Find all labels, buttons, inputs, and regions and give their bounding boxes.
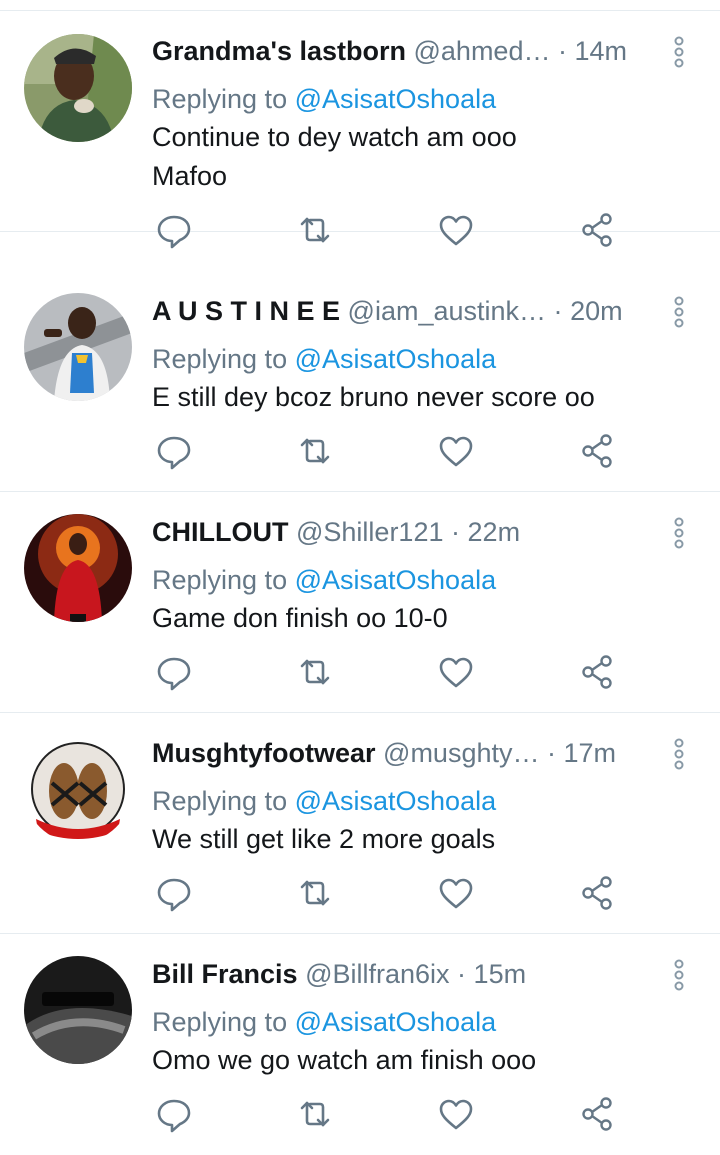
- tweet-text: E still dey bcoz bruno never score oo: [152, 382, 595, 412]
- avatar[interactable]: [24, 34, 132, 142]
- tweet-actions: [152, 650, 632, 692]
- user-handle[interactable]: @iam_austink…: [348, 296, 546, 326]
- timestamp[interactable]: 22m: [468, 517, 521, 547]
- tweet-text: We still get like 2 more goals: [152, 824, 496, 854]
- reply-icon[interactable]: [152, 650, 196, 694]
- reply-icon[interactable]: [152, 871, 196, 915]
- replying-to: Replying to @AsisatOshoala: [152, 339, 496, 379]
- tweet-actions: [152, 871, 632, 913]
- heart-icon[interactable]: [434, 429, 478, 473]
- heart-icon[interactable]: [434, 1092, 478, 1136]
- separator-dot: ·: [457, 959, 467, 989]
- display-name[interactable]: A U S T I N E E: [152, 296, 340, 326]
- retweet-icon[interactable]: [293, 871, 337, 915]
- heart-icon[interactable]: [434, 871, 478, 915]
- timestamp[interactable]: 20m: [570, 296, 623, 326]
- more-vertical-icon[interactable]: [668, 516, 690, 550]
- timestamp[interactable]: 15m: [474, 959, 527, 989]
- more-vertical-icon[interactable]: [668, 295, 690, 329]
- tweet-text: Omo we go watch am finish ooo: [152, 1045, 537, 1075]
- mention-link[interactable]: @AsisatOshoala: [295, 84, 497, 114]
- reply-icon[interactable]: [152, 208, 196, 252]
- more-vertical-icon[interactable]: [668, 958, 690, 992]
- avatar[interactable]: [24, 956, 132, 1064]
- tweet-header: CHILLOUT @Shiller121 · 22m: [152, 512, 662, 552]
- replying-prefix: Replying to: [152, 565, 288, 595]
- mention-link[interactable]: @AsisatOshoala: [295, 1007, 497, 1037]
- retweet-icon[interactable]: [293, 1092, 337, 1136]
- more-vertical-icon[interactable]: [668, 35, 690, 69]
- replying-to: Replying to @AsisatOshoala: [152, 781, 496, 821]
- separator-dot: ·: [557, 36, 567, 66]
- share-icon[interactable]: [575, 429, 619, 473]
- tweet[interactable]: Musghtyfootwear @musghty… · 17m Replying…: [0, 713, 720, 934]
- replying-prefix: Replying to: [152, 344, 288, 374]
- replying-prefix: Replying to: [152, 84, 288, 114]
- retweet-icon[interactable]: [293, 429, 337, 473]
- tweet-text: Game don finish oo 10-0: [152, 603, 448, 633]
- reply-feed: Grandma's lastborn @ahmed… · 14m Replyin…: [0, 0, 720, 1154]
- share-icon[interactable]: [575, 208, 619, 252]
- timestamp[interactable]: 17m: [564, 738, 617, 768]
- reply-icon[interactable]: [152, 1092, 196, 1136]
- tweet-header: A U S T I N E E @iam_austink… · 20m: [152, 291, 662, 331]
- heart-icon[interactable]: [434, 650, 478, 694]
- more-vertical-icon[interactable]: [668, 737, 690, 771]
- share-icon[interactable]: [575, 650, 619, 694]
- separator-dot: ·: [547, 738, 556, 768]
- display-name[interactable]: CHILLOUT: [152, 517, 288, 547]
- user-handle[interactable]: @Shiller121: [296, 517, 444, 547]
- heart-icon[interactable]: [434, 208, 478, 252]
- tweet-text: Continue to dey watch am ooo Mafoo: [152, 122, 517, 191]
- mention-link[interactable]: @AsisatOshoala: [295, 565, 497, 595]
- avatar[interactable]: [24, 293, 132, 401]
- mention-link[interactable]: @AsisatOshoala: [295, 344, 497, 374]
- replying-prefix: Replying to: [152, 1007, 288, 1037]
- replying-to: Replying to @AsisatOshoala: [152, 560, 496, 600]
- mention-link[interactable]: @AsisatOshoala: [295, 786, 497, 816]
- avatar[interactable]: [24, 735, 132, 843]
- replying-prefix: Replying to: [152, 786, 288, 816]
- display-name[interactable]: Musghtyfootwear: [152, 738, 376, 768]
- tweet-header: Musghtyfootwear @musghty… · 17m: [152, 733, 662, 773]
- tweet[interactable]: Grandma's lastborn @ahmed… · 14m Replyin…: [0, 11, 720, 249]
- reply-icon[interactable]: [152, 429, 196, 473]
- display-name[interactable]: Bill Francis: [152, 959, 298, 989]
- display-name[interactable]: Grandma's lastborn: [152, 36, 406, 66]
- tweet-header: Bill Francis @Billfran6ix · 15m: [152, 954, 662, 994]
- share-icon[interactable]: [575, 871, 619, 915]
- user-handle[interactable]: @ahmed…: [414, 36, 551, 66]
- tweet-actions: [152, 1092, 632, 1134]
- timestamp[interactable]: 14m: [575, 36, 628, 66]
- tweet[interactable]: CHILLOUT @Shiller121 · 22m Replying to @…: [0, 492, 720, 713]
- tweet-header: Grandma's lastborn @ahmed… · 14m: [152, 31, 662, 71]
- avatar[interactable]: [24, 514, 132, 622]
- replying-to: Replying to @AsisatOshoala: [152, 79, 496, 119]
- tweet-actions: [152, 429, 632, 471]
- retweet-icon[interactable]: [293, 208, 337, 252]
- separator-dot: ·: [553, 296, 563, 326]
- tweet-actions: [152, 208, 632, 250]
- tweet[interactable]: Bill Francis @Billfran6ix · 15m Replying…: [0, 934, 720, 1155]
- share-icon[interactable]: [575, 1092, 619, 1136]
- user-handle[interactable]: @Billfran6ix: [305, 959, 449, 989]
- tweet[interactable]: A U S T I N E E @iam_austink… · 20m Repl…: [0, 271, 720, 492]
- separator-dot: ·: [451, 517, 461, 547]
- user-handle[interactable]: @musghty…: [383, 738, 539, 768]
- replying-to: Replying to @AsisatOshoala: [152, 1002, 496, 1042]
- retweet-icon[interactable]: [293, 650, 337, 694]
